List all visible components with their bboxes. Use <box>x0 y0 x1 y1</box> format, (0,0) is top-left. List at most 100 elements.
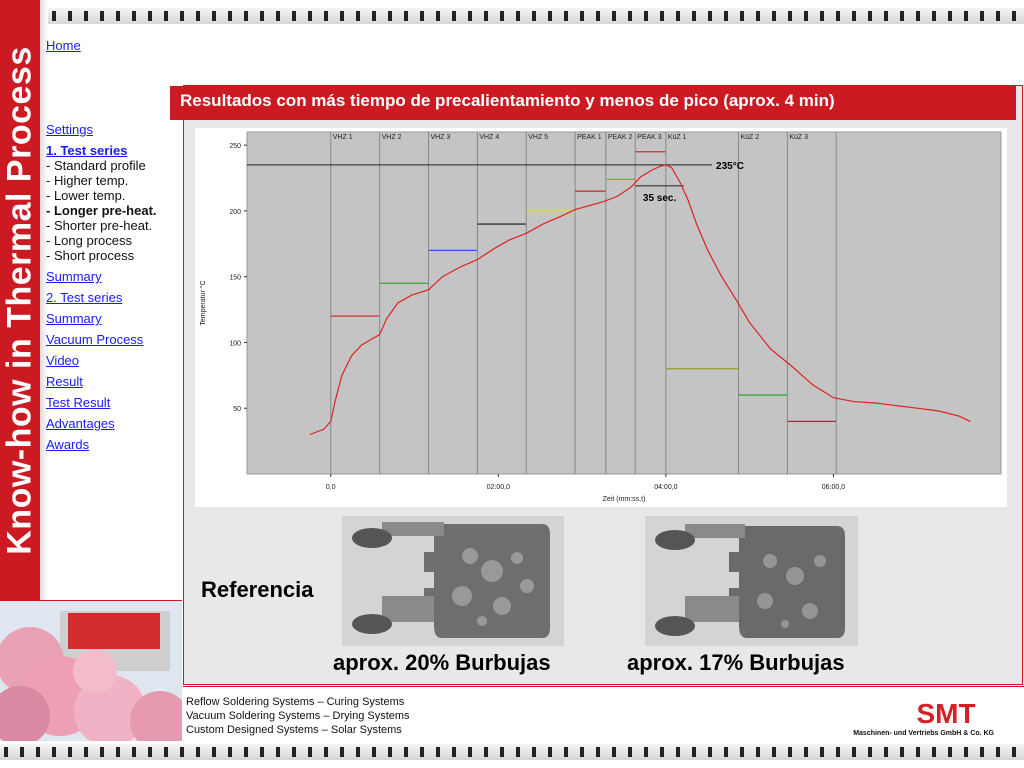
film-hole <box>884 11 888 21</box>
nav-awards-link[interactable]: Awards <box>46 437 181 452</box>
film-hole <box>692 11 696 21</box>
film-hole <box>580 747 584 757</box>
film-hole <box>948 11 952 21</box>
film-hole <box>996 747 1000 757</box>
film-hole <box>372 11 376 21</box>
zone-label: VHZ 3 <box>431 134 451 141</box>
film-hole <box>500 747 504 757</box>
film-hole <box>564 747 568 757</box>
film-hole <box>52 11 56 21</box>
film-hole <box>612 747 616 757</box>
reference-label: Referencia <box>201 577 314 602</box>
film-hole <box>84 11 88 21</box>
film-hole <box>532 747 536 757</box>
film-hole <box>612 11 616 21</box>
temperature-chart: VHZ 1 VHZ 2 VHZ 3 VHZ 4 VHZ 5 PEAK 1 PEAK 2 PEA… <box>195 128 1007 507</box>
film-hole <box>628 11 632 21</box>
xray-image-result <box>645 516 858 646</box>
film-hole <box>964 11 968 21</box>
peak-duration-label: 35 sec. <box>643 193 677 204</box>
chart-svg: VHZ 1 VHZ 2 VHZ 3 VHZ 4 VHZ 5 PEAK 1 PEAK 2 PEA… <box>199 131 1002 503</box>
zone-label: KüZ 1 <box>668 134 687 141</box>
film-hole <box>916 747 920 757</box>
film-hole <box>516 747 520 757</box>
nav-test-result-link[interactable]: Test Result <box>46 395 181 410</box>
x-tick-label: 06:00,0 <box>822 484 845 491</box>
nav-advantages-link[interactable]: Advantages <box>46 416 181 431</box>
film-hole <box>36 747 40 757</box>
nav-settings-link[interactable]: Settings <box>46 122 181 137</box>
smt-logo-text: SMT <box>916 700 975 726</box>
footer: Reflow Soldering Systems – Curing System… <box>183 686 1024 743</box>
film-hole <box>308 747 312 757</box>
film-hole <box>132 11 136 21</box>
xray-reference-svg <box>342 516 564 646</box>
film-hole <box>1012 747 1016 757</box>
film-hole <box>276 747 280 757</box>
film-hole <box>196 747 200 757</box>
bubbles-caption-right: aprox. 17% Burbujas <box>627 650 845 675</box>
nav-longer-item[interactable]: - Longer pre-heat. <box>46 203 181 218</box>
nav-short-process-item[interactable]: - Short process <box>46 248 181 263</box>
nav-test-series-2-link[interactable]: 2. Test series <box>46 290 181 305</box>
film-hole <box>212 11 216 21</box>
film-hole <box>132 747 136 757</box>
film-hole <box>996 11 1000 21</box>
film-hole <box>436 747 440 757</box>
film-hole <box>756 11 760 21</box>
xray-result-svg <box>645 516 858 646</box>
nav-result-link[interactable]: Result <box>46 374 181 389</box>
y-tick-label: 250 <box>229 143 241 150</box>
film-hole <box>228 747 232 757</box>
film-hole <box>180 747 184 757</box>
film-hole <box>100 11 104 21</box>
film-hole <box>644 747 648 757</box>
film-hole <box>324 11 328 21</box>
page-title: Resultados con más tiempo de precalienta… <box>170 86 1016 120</box>
film-hole <box>548 747 552 757</box>
zone-label: VHZ 5 <box>528 134 548 141</box>
nav-test-series-1-link[interactable]: 1. Test series <box>46 143 181 158</box>
film-hole <box>20 747 24 757</box>
film-strip-bottom <box>0 744 1024 760</box>
nav-summary-2-link[interactable]: Summary <box>46 311 181 326</box>
film-hole <box>724 11 728 21</box>
film-hole <box>740 11 744 21</box>
film-strip-top <box>0 8 1024 24</box>
film-hole <box>420 747 424 757</box>
film-hole <box>852 747 856 757</box>
y-tick-label: 150 <box>229 275 241 282</box>
film-hole <box>420 11 424 21</box>
film-hole <box>484 11 488 21</box>
film-hole <box>164 11 168 21</box>
footer-line-2: Vacuum Soldering Systems – Drying System… <box>186 710 410 722</box>
film-hole <box>740 747 744 757</box>
nav-lower-item[interactable]: - Lower temp. <box>46 188 181 203</box>
film-hole <box>676 11 680 21</box>
nav-vacuum-link[interactable]: Vacuum Process <box>46 332 181 347</box>
nav-home-link[interactable]: Home <box>46 38 81 53</box>
film-hole <box>1012 11 1016 21</box>
film-hole <box>980 747 984 757</box>
nav-shorter-item[interactable]: - Shorter pre-heat. <box>46 218 181 233</box>
y-tick-label: 100 <box>229 340 241 347</box>
film-hole <box>404 11 408 21</box>
film-hole <box>516 11 520 21</box>
film-hole <box>452 747 456 757</box>
nav-video-link[interactable]: Video <box>46 353 181 368</box>
zone-label: PEAK 3 <box>637 134 662 141</box>
nav-standard-item[interactable]: - Standard profile <box>46 158 181 173</box>
film-hole <box>964 747 968 757</box>
film-hole <box>244 747 248 757</box>
film-hole <box>852 11 856 21</box>
film-hole <box>356 747 360 757</box>
film-hole <box>68 11 72 21</box>
film-hole <box>932 11 936 21</box>
y-tick-label: 50 <box>233 406 241 413</box>
film-hole <box>884 747 888 757</box>
nav-summary-1-link[interactable]: Summary <box>46 269 181 284</box>
nav-higher-item[interactable]: - Higher temp. <box>46 173 181 188</box>
film-hole <box>836 747 840 757</box>
nav-long-process-item[interactable]: - Long process <box>46 233 181 248</box>
zone-label: VHZ 4 <box>479 134 499 141</box>
